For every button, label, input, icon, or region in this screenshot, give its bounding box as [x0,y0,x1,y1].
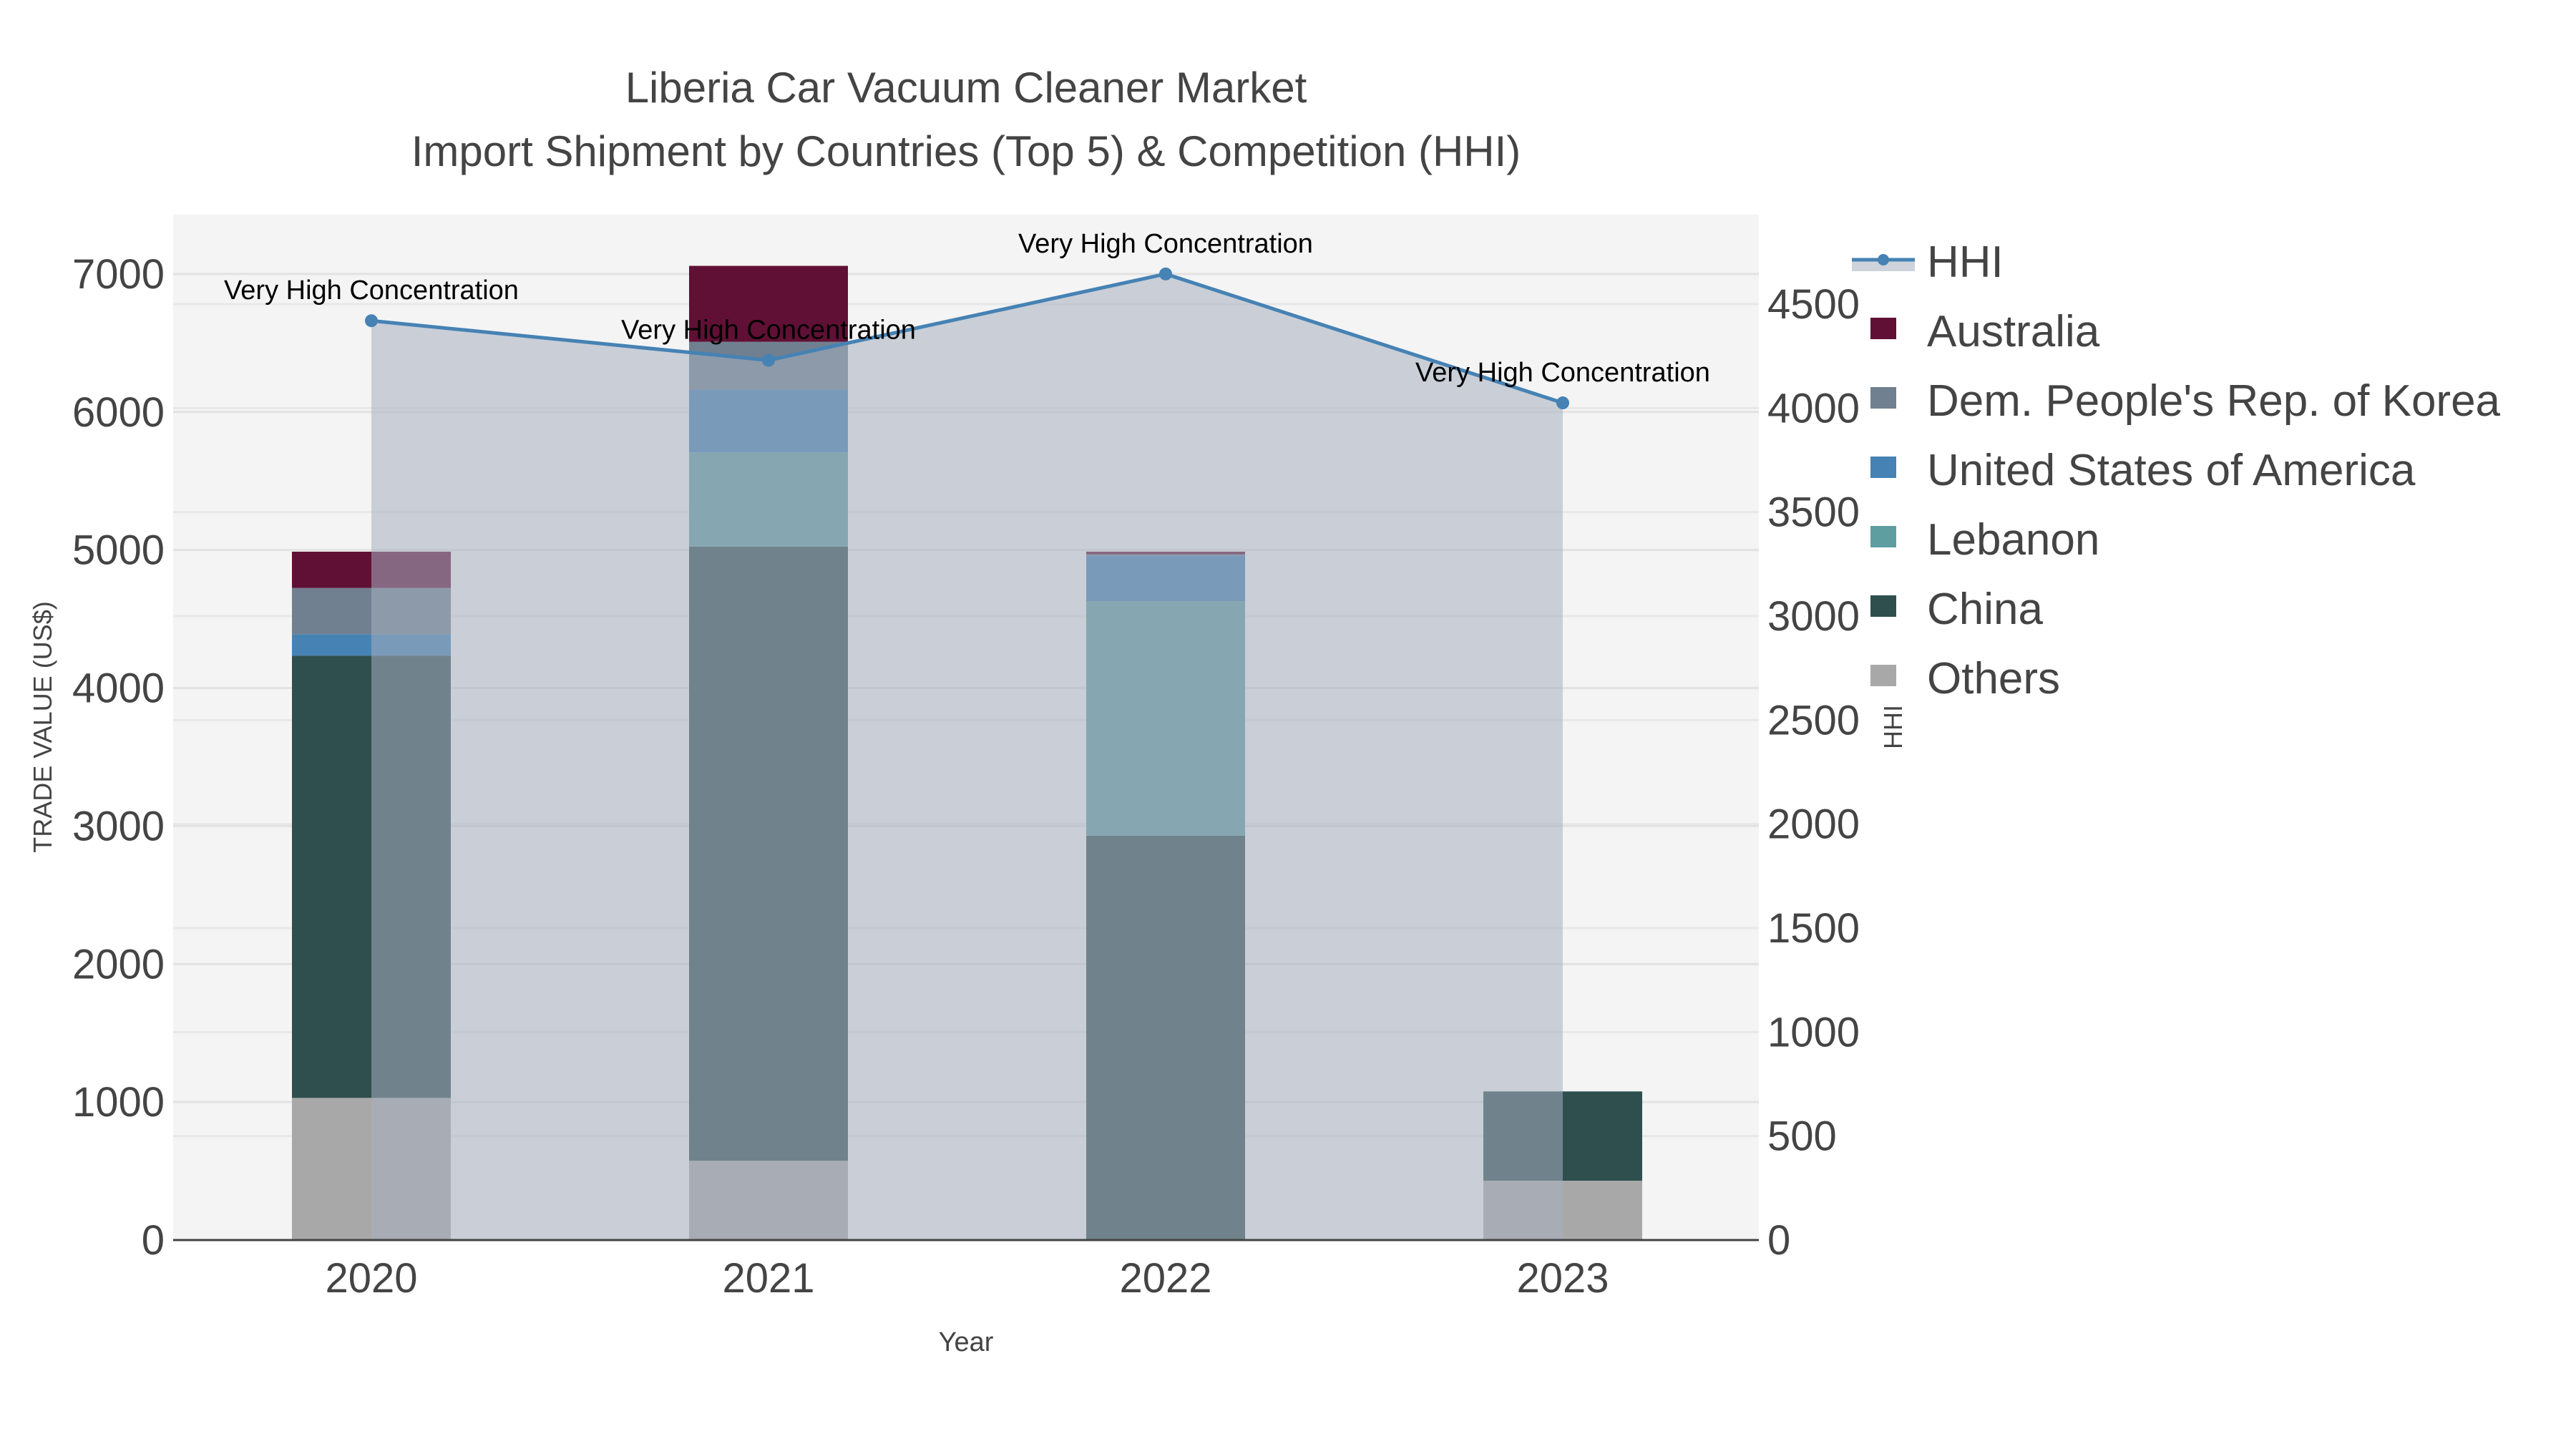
y2-tick-label: 3000 [1767,593,1860,640]
legend-swatch [1870,665,1896,686]
y2-tick-label: 4500 [1767,281,1860,328]
legend-swatch [1870,526,1896,547]
legend-swatch [1870,318,1896,339]
x-tick-label: 2021 [722,1255,814,1302]
legend-marker [1878,254,1889,265]
y2-tick-label: 3500 [1767,489,1860,536]
legend-label: Lebanon [1927,515,2099,565]
x-axis-title: Year [939,1327,994,1357]
y2-tick-label: 500 [1767,1113,1837,1160]
y2-tick-label: 2500 [1767,697,1860,743]
y-tick-label: 0 [142,1217,165,1264]
y2-tick-label: 4000 [1767,385,1860,431]
legend-item-united-states-of-america[interactable]: United States of America [1870,446,2416,495]
chart-subtitle: Import Shipment by Countries (Top 5) & C… [411,127,1521,175]
legend-item-hhi[interactable]: HHI [1852,238,2004,287]
y2-tick-label: 1500 [1767,905,1860,952]
y2-axis-title: HHI [1878,705,1908,749]
hhi-point-2023[interactable] [1556,396,1569,410]
hhi-annotation: Very High Concentration [1018,229,1313,259]
y-tick-label: 7000 [72,251,165,298]
legend-swatch [1870,595,1896,617]
legend-label: HHI [1927,238,2004,287]
x-axis-ticks: 2020 2021 2022 2023 [325,1255,1609,1302]
y-tick-label: 5000 [72,527,165,574]
legend-item-australia[interactable]: Australia [1870,307,2100,356]
legend-item-others[interactable]: Others [1870,654,2060,703]
x-tick-label: 2022 [1119,1255,1211,1302]
hhi-point-2020[interactable] [365,314,378,328]
legend-label: Dem. People's Rep. of Korea [1927,376,2501,426]
y-tick-label: 6000 [72,389,165,436]
legend-label: Others [1927,654,2060,703]
hhi-trade-chart: Very High Concentration Very High Concent… [28,64,2501,1357]
legend-item-china[interactable]: China [1870,585,2044,634]
legend-label: Australia [1927,307,2100,356]
y2-tick-label: 2000 [1767,801,1860,848]
legend-swatch [1870,387,1896,409]
y-tick-label: 2000 [72,941,165,987]
legend-item-dem-people-s-rep-of-korea[interactable]: Dem. People's Rep. of Korea [1870,376,2501,426]
y-axis-title: TRADE VALUE (US$) [28,601,57,852]
legend: HHI Australia Dem. People's Rep. of Korea U… [1852,238,2501,703]
hhi-annotation: Very High Concentration [1415,358,1710,388]
y-tick-label: 4000 [72,665,165,712]
legend-swatch [1870,457,1896,478]
hhi-point-2021[interactable] [762,353,775,367]
x-tick-label: 2020 [325,1255,417,1302]
legend-label: United States of America [1927,446,2416,495]
y-axis-ticks: 0 1000 2000 3000 4000 5000 6000 7000 [72,251,165,1264]
y-tick-label: 3000 [72,803,165,849]
y2-tick-label: 0 [1767,1217,1790,1264]
hhi-annotation: Very High Concentration [224,275,519,306]
y2-axis-ticks: 0 500 1000 1500 2000 2500 3000 3500 4000 4500 [1767,281,1860,1264]
hhi-series: Very High Concentration Very High Concent… [224,229,1710,1240]
legend-label: China [1927,585,2044,634]
y-tick-label: 1000 [72,1079,165,1126]
hhi-annotation: Very High Concentration [621,315,916,345]
legend-item-lebanon[interactable]: Lebanon [1870,515,2099,565]
y2-tick-label: 1000 [1767,1009,1860,1055]
hhi-point-2022[interactable] [1159,267,1172,280]
hhi-area [371,273,1563,1240]
chart-title: Liberia Car Vacuum Cleaner Market [625,64,1307,112]
x-tick-label: 2023 [1516,1255,1609,1302]
